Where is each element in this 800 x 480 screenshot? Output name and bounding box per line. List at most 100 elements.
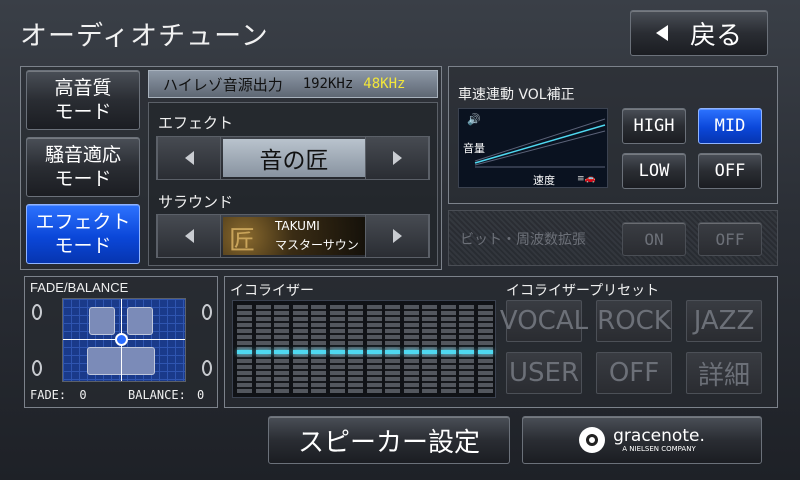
eq-preset-off[interactable]: OFF <box>596 352 672 394</box>
hires-output-bar: ハイレゾ音源出力 192KHz 48KHz <box>148 70 438 98</box>
vol-low-label: LOW <box>638 161 670 181</box>
eq-band-level <box>274 350 290 354</box>
vol-low-button[interactable]: LOW <box>622 153 686 189</box>
back-button[interactable]: 戻る <box>630 10 768 56</box>
eq-band[interactable] <box>237 305 252 393</box>
effect-label: エフェクト <box>158 114 234 132</box>
eq-band[interactable] <box>403 305 419 393</box>
surround-prev-button[interactable] <box>157 215 221 257</box>
eq-band[interactable] <box>274 305 290 393</box>
surround-selector: 匠 TAKUMI マスターサウンド <box>156 214 430 258</box>
eq-band[interactable] <box>478 305 493 393</box>
takumi-logo-top: TAKUMI <box>275 219 320 233</box>
eq-preset-vocal[interactable]: VOCAL <box>500 300 588 342</box>
eq-preset-jazz-label: JAZZ <box>693 306 755 336</box>
eq-band[interactable] <box>440 305 456 393</box>
effect-selector: 音の匠 <box>156 136 430 180</box>
equalizer-bars <box>237 305 493 393</box>
eq-band[interactable] <box>422 305 438 393</box>
fade-balance-title: FADE/BALANCE <box>30 280 129 295</box>
vol-high-label: HIGH <box>633 116 675 136</box>
eq-band[interactable] <box>292 305 308 393</box>
effect-next-button[interactable] <box>365 137 429 179</box>
eq-band-level <box>329 350 345 354</box>
car-icon: ≡🚗 <box>577 174 596 184</box>
gracenote-sub: A NIELSEN COMPANY <box>622 444 696 453</box>
surround-label: サラウンド <box>158 193 234 211</box>
effect-value: 音の匠 <box>223 139 365 177</box>
eq-band-level <box>403 350 419 354</box>
gracenote-text: gracenote. A NIELSEN COMPANY <box>613 427 705 454</box>
hires-rate-192: 192KHz <box>302 76 354 92</box>
eq-band-level <box>385 350 401 354</box>
eq-preset-detail[interactable]: 詳細 <box>686 352 762 394</box>
gracenote-button[interactable]: gracenote. A NIELSEN COMPANY <box>522 416 762 464</box>
eq-band-level <box>292 350 308 354</box>
chevron-right-icon <box>392 229 402 243</box>
eq-band[interactable] <box>348 305 364 393</box>
seat-front-left <box>89 307 115 335</box>
effect-prev-button[interactable] <box>157 137 221 179</box>
speaker-rear-left-icon <box>32 360 42 376</box>
seat-front-right <box>127 307 153 335</box>
eq-preset-detail-label: 詳細 <box>697 360 750 391</box>
equalizer-graph[interactable] <box>232 300 496 398</box>
eq-preset-jazz[interactable]: JAZZ <box>686 300 762 342</box>
eq-preset-off-label: OFF <box>608 358 660 388</box>
eq-preset-user[interactable]: USER <box>506 352 582 394</box>
eq-band[interactable] <box>366 305 382 393</box>
vol-mid-label: MID <box>714 116 746 136</box>
speaker-rear-right-icon <box>202 360 212 376</box>
eq-preset-user-label: USER <box>508 358 580 388</box>
vol-off-button[interactable]: OFF <box>698 153 762 189</box>
fade-balance-grid[interactable] <box>62 298 186 382</box>
balance-label: BALANCE: <box>128 388 186 402</box>
eq-band-level <box>237 350 252 354</box>
speed-vol-graph: 🔊 音量 速度 ≡🚗 <box>458 108 608 188</box>
eq-band[interactable] <box>255 305 271 393</box>
speaker-volume-icon: 🔊 <box>467 113 481 126</box>
mode-line1: エフェクト <box>35 211 131 233</box>
mode-button-noise-adaptive[interactable]: 騒音適応 モード <box>26 137 140 197</box>
eq-preset-vocal-label: VOCAL <box>499 306 589 336</box>
eq-band-level <box>440 350 456 354</box>
speed-vol-title: 車速連動 VOL補正 <box>458 87 575 103</box>
eq-band[interactable] <box>329 305 345 393</box>
mode-button-effect[interactable]: エフェクト モード <box>26 204 140 264</box>
back-arrow-icon <box>655 25 668 41</box>
hires-label: ハイレゾ音源出力 <box>163 75 283 94</box>
bit-on-label: ON <box>644 229 664 249</box>
chevron-right-icon <box>392 151 402 165</box>
gracenote-logo-icon <box>579 427 606 453</box>
speaker-settings-button[interactable]: スピーカー設定 <box>268 416 510 464</box>
speaker-settings-label: スピーカー設定 <box>297 427 480 458</box>
balance-value: 0 <box>197 388 205 402</box>
fade-balance-handle[interactable] <box>115 333 128 346</box>
vol-high-button[interactable]: HIGH <box>622 108 686 144</box>
eq-preset-rock[interactable]: ROCK <box>596 300 672 342</box>
eq-band[interactable] <box>459 305 475 393</box>
surround-next-button[interactable] <box>365 215 429 257</box>
mode-line1: 騒音適応 <box>44 144 121 166</box>
eq-band[interactable] <box>311 305 327 393</box>
eq-band-level <box>311 350 327 354</box>
eq-band[interactable] <box>385 305 401 393</box>
chevron-left-icon <box>184 151 194 165</box>
mode-line2: モード <box>54 235 112 257</box>
bit-expand-on-button[interactable]: ON <box>622 222 686 256</box>
fade-value: 0 <box>79 388 87 402</box>
bit-off-label: OFF <box>715 229 745 249</box>
vol-off-label: OFF <box>714 161 746 181</box>
eq-preset-rock-label: ROCK <box>597 306 671 336</box>
graph-xlabel: 速度 <box>533 174 555 187</box>
mode-line1: 高音質 <box>54 77 112 99</box>
takumi-emblem-icon: 匠 <box>229 226 256 255</box>
graph-ylabel: 音量 <box>463 142 485 155</box>
bit-expand-off-button[interactable]: OFF <box>698 222 762 256</box>
eq-band-level <box>422 350 438 354</box>
fade-label: FADE: <box>30 388 67 402</box>
eq-preset-title: イコライザープリセット <box>506 283 660 299</box>
vol-mid-button[interactable]: MID <box>698 108 762 144</box>
hires-rate-48: 48KHz <box>363 76 406 92</box>
mode-button-high-quality[interactable]: 高音質 モード <box>26 70 140 130</box>
